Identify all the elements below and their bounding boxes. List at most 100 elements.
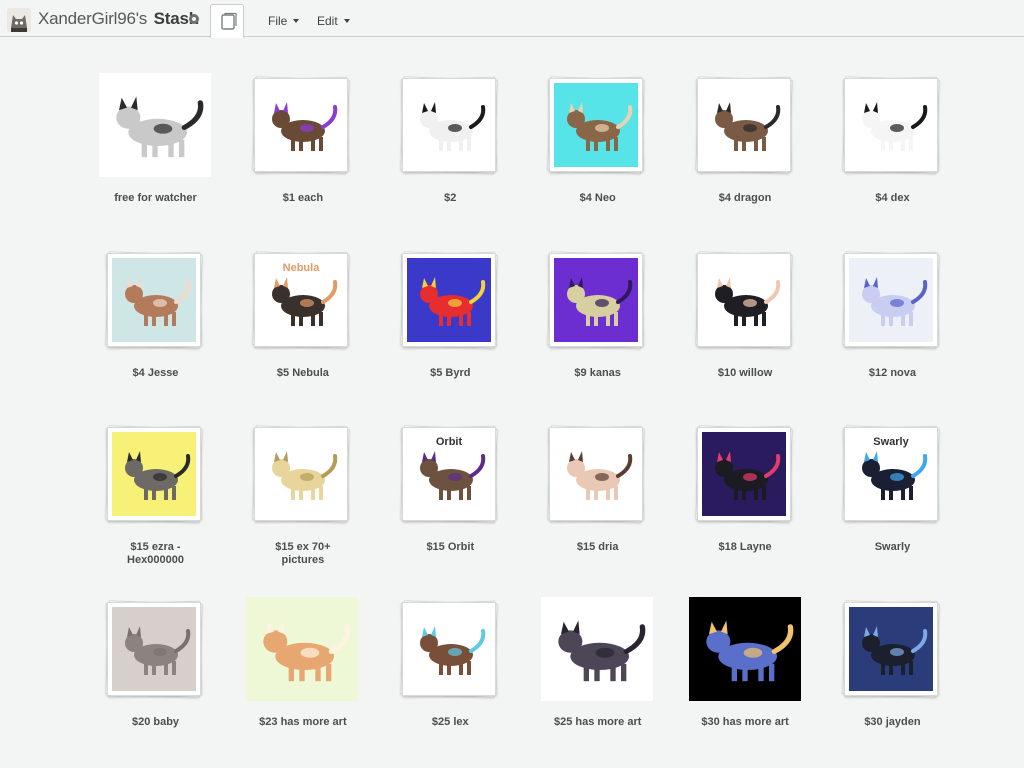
stash-item-title[interactable]: $23 has more art	[229, 716, 376, 729]
stash-item[interactable]: $25 lex	[377, 594, 524, 768]
stash-item[interactable]: $2	[377, 70, 524, 245]
stash-item-title[interactable]: $4 Neo	[524, 192, 671, 205]
stash-view-button[interactable]	[210, 4, 244, 38]
stash-item[interactable]: $15 dria	[524, 419, 671, 594]
artwork-preview	[112, 258, 196, 342]
file-menu[interactable]: File	[268, 14, 299, 28]
stash-item[interactable]: $25 has more art	[524, 594, 671, 768]
artwork-preview	[689, 597, 801, 701]
stash-item-thumbnail[interactable]	[844, 253, 938, 347]
stash-item-title[interactable]: $30 jayden	[819, 716, 966, 729]
stash-item-title[interactable]: Swarly	[819, 541, 966, 554]
stash-item-thumbnail[interactable]	[254, 602, 348, 696]
stash-item-thumbnail[interactable]	[107, 253, 201, 347]
stash-item-thumbnail[interactable]	[402, 253, 496, 347]
stash-item-thumbnail[interactable]	[697, 602, 791, 696]
stash-item[interactable]: $4 Jesse	[82, 245, 229, 420]
stash-item[interactable]: $10 willow	[672, 245, 819, 420]
stash-item-title[interactable]: free for watcher	[82, 192, 229, 205]
stash-item-thumbnail[interactable]	[697, 78, 791, 172]
stash-item-title[interactable]: $2	[377, 192, 524, 205]
stash-item[interactable]: $1 each	[229, 70, 376, 245]
stash-item-title[interactable]: $4 dragon	[672, 192, 819, 205]
stash-item-title[interactable]: $15 ezra -Hex000000	[82, 541, 229, 567]
stash-item[interactable]: $9 kanas	[524, 245, 671, 420]
stash-item[interactable]: $4 dex	[819, 70, 966, 245]
stash-item-thumbnail[interactable]	[697, 253, 791, 347]
stash-item-thumbnail[interactable]	[254, 427, 348, 521]
stash-item-title[interactable]: $18 Layne	[672, 541, 819, 554]
stash-item-title-line: $20 baby	[132, 716, 179, 728]
artwork-preview	[407, 258, 491, 342]
stash-item-title-line: $10 willow	[718, 367, 772, 379]
artwork-preview	[407, 83, 491, 167]
stash-item[interactable]: $4 dragon	[672, 70, 819, 245]
stash-item-title[interactable]: $25 lex	[377, 716, 524, 729]
stash-item[interactable]: $23 has more art	[229, 594, 376, 768]
stash-item-title[interactable]: $30 has more art	[672, 716, 819, 729]
stash-item-thumbnail[interactable]: Orbit	[402, 427, 496, 521]
artwork-title-text: Swarly	[873, 436, 909, 448]
stash-item-thumbnail[interactable]	[107, 78, 201, 172]
stash-item-title[interactable]: $12 nova	[819, 367, 966, 380]
stash-item[interactable]: free for watcher	[82, 70, 229, 245]
edit-menu[interactable]: Edit	[317, 14, 350, 28]
stash-item-title-line: $15 dria	[577, 541, 619, 553]
stash-item-thumbnail[interactable]	[402, 78, 496, 172]
stash-item-thumbnail[interactable]	[844, 602, 938, 696]
stash-item[interactable]: Swarly Swarly	[819, 419, 966, 594]
artwork-preview	[112, 432, 196, 516]
stash-item-thumbnail[interactable]	[254, 78, 348, 172]
stash-item-title[interactable]: $20 baby	[82, 716, 229, 729]
stash-options-icon[interactable]	[189, 14, 199, 24]
stash-item-thumbnail[interactable]: Nebula	[254, 253, 348, 347]
stash-item[interactable]: $18 Layne	[672, 419, 819, 594]
stash-item-thumbnail[interactable]	[107, 427, 201, 521]
stash-item[interactable]: Nebula $5 Nebula	[229, 245, 376, 420]
artwork-preview	[702, 258, 786, 342]
stash-item-title[interactable]: $1 each	[229, 192, 376, 205]
stash-item-title[interactable]: $15 Orbit	[377, 541, 524, 554]
stash-item-title[interactable]: $5 Nebula	[229, 367, 376, 380]
stash-item-title-line: $5 Nebula	[277, 367, 329, 379]
stash-item-title[interactable]: $4 Jesse	[82, 367, 229, 380]
stash-item-title-line: $2	[444, 192, 456, 204]
stash-item-title[interactable]: $4 dex	[819, 192, 966, 205]
thumbnail-image	[702, 83, 786, 167]
stash-item-title-line: $15 Orbit	[426, 541, 474, 553]
stash-item-thumbnail[interactable]	[549, 427, 643, 521]
stash-item[interactable]: $20 baby	[82, 594, 229, 768]
stash-item-thumbnail[interactable]	[107, 602, 201, 696]
stash-item[interactable]: Orbit $15 Orbit	[377, 419, 524, 594]
stash-item[interactable]: $15 ex 70+pictures	[229, 419, 376, 594]
stash-item-thumbnail[interactable]	[402, 602, 496, 696]
stash-item-thumbnail[interactable]	[697, 427, 791, 521]
stash-item[interactable]: $5 Byrd	[377, 245, 524, 420]
thumbnail-image	[407, 258, 491, 342]
stash-item-thumbnail[interactable]	[549, 78, 643, 172]
artwork-preview	[259, 432, 343, 516]
stash-item-title[interactable]: $15 ex 70+pictures	[229, 541, 376, 567]
username[interactable]: XanderGirl96's	[38, 9, 147, 28]
artwork-preview	[554, 432, 638, 516]
stash-item-thumbnail[interactable]	[844, 78, 938, 172]
stash-title[interactable]: XanderGirl96's Stash	[38, 9, 199, 29]
stash-item-title[interactable]: $10 willow	[672, 367, 819, 380]
stash-item-thumbnail[interactable]	[549, 602, 643, 696]
stash-item[interactable]: $12 nova	[819, 245, 966, 420]
artwork-preview: Swarly	[849, 432, 933, 516]
stash-item-title[interactable]: $15 dria	[524, 541, 671, 554]
stash-item[interactable]: $30 jayden	[819, 594, 966, 768]
stash-item[interactable]: $4 Neo	[524, 70, 671, 245]
stash-item-title[interactable]: $25 has more art	[524, 716, 671, 729]
artwork-title-text: Nebula	[283, 262, 321, 274]
stash-item[interactable]: $15 ezra -Hex000000	[82, 419, 229, 594]
stash-item-title-line: $30 jayden	[864, 716, 920, 728]
stash-item-title[interactable]: $9 kanas	[524, 367, 671, 380]
stash-item[interactable]: $30 has more art	[672, 594, 819, 768]
user-avatar[interactable]	[7, 8, 31, 32]
stash-item-title[interactable]: $5 Byrd	[377, 367, 524, 380]
stash-item-thumbnail[interactable]: Swarly	[844, 427, 938, 521]
stash-item-thumbnail[interactable]	[549, 253, 643, 347]
stash-item-title-line: $5 Byrd	[430, 367, 470, 379]
